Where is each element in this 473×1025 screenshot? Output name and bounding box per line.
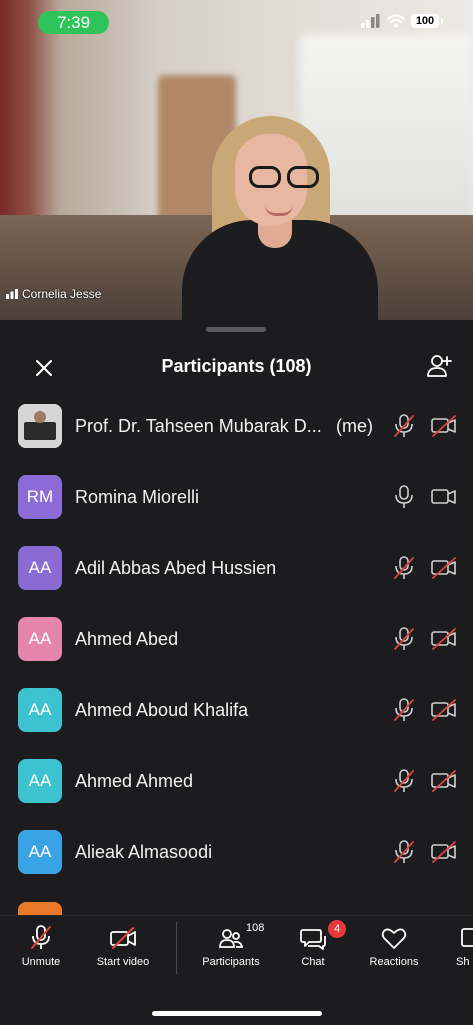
participant-avatar <box>18 404 62 448</box>
start-video-label: Start video <box>96 956 150 968</box>
participant-row[interactable]: AA Ahmed Aboud Khalifa <box>0 676 473 747</box>
video-off-icon <box>430 699 458 721</box>
meeting-toolbar: Unmute Start video Participants 108 Chat… <box>0 915 473 1025</box>
participants-icon <box>219 929 244 948</box>
participant-row[interactable]: AA Adil Abbas Abed Hussien <box>0 534 473 605</box>
participant-name: Prof. Dr. Tahseen Mubarak D... <box>75 416 322 436</box>
unmute-button[interactable]: Unmute <box>16 924 66 984</box>
participant-avatar: RM <box>18 475 62 519</box>
mic-muted-icon <box>392 839 416 865</box>
video-off-icon <box>430 841 458 863</box>
participant-name: Romina Miorelli <box>75 487 200 507</box>
reactions-label: Reactions <box>369 956 419 968</box>
video-off-icon <box>430 770 458 792</box>
battery-cap <box>441 18 443 24</box>
video-icon <box>430 486 458 508</box>
mic-muted-icon <box>31 925 51 949</box>
toolbar-divider <box>176 922 177 974</box>
mic-muted-icon <box>392 413 416 439</box>
share-button[interactable]: Sh <box>456 924 473 984</box>
participant-avatar: AA <box>18 830 62 874</box>
participant-name: Alieak Almasoodi <box>75 842 213 862</box>
panel-header: Participants (108) <box>0 342 473 392</box>
participant-row[interactable]: Prof. Dr. Tahseen Mubarak D... (me) <box>0 392 473 463</box>
speaker-name: Cornelia Jesse <box>22 287 102 301</box>
sheet-grabber[interactable] <box>206 327 266 332</box>
mic-muted-icon <box>392 555 416 581</box>
audio-level-icon <box>6 289 18 299</box>
home-indicator[interactable] <box>152 1011 322 1016</box>
wifi-icon <box>387 14 405 28</box>
cellular-signal-icon <box>361 14 380 28</box>
system-icons: 100 <box>361 14 443 28</box>
speaker-figure <box>180 110 380 320</box>
heart-icon <box>381 928 407 949</box>
status-bar: 7:39 100 <box>0 0 473 40</box>
video-off-icon <box>430 557 458 579</box>
participant-row[interactable]: RM Romina Miorelli <box>0 463 473 534</box>
participant-avatar: AA <box>18 546 62 590</box>
panel-title: Participants (108) <box>161 356 312 376</box>
speaker-glasses <box>249 166 327 190</box>
add-participant-icon[interactable] <box>425 352 453 380</box>
speaker-name-tag: Cornelia Jesse <box>6 287 101 301</box>
share-screen-icon <box>461 928 473 947</box>
participant-row[interactable]: AA Ahmed Ahmed <box>0 747 473 818</box>
mic-muted-icon <box>392 768 416 794</box>
start-video-button[interactable]: Start video <box>88 924 158 984</box>
participant-avatar: AA <box>18 688 62 732</box>
mic-muted-icon <box>392 697 416 723</box>
battery-icon: 100 <box>411 14 439 28</box>
video-off-icon <box>430 628 458 650</box>
share-label: Sh <box>456 956 470 968</box>
chat-button[interactable]: Chat <box>293 924 333 984</box>
mic-muted-icon <box>392 626 416 652</box>
participant-avatar: AA <box>18 759 62 803</box>
video-off-icon <box>110 927 136 949</box>
unmute-label: Unmute <box>21 956 61 968</box>
reactions-button[interactable]: Reactions <box>364 924 424 984</box>
status-time: 7:39 <box>38 11 109 34</box>
participant-row[interactable]: AA Alieak Almasoodi <box>0 818 473 889</box>
video-off-icon <box>430 415 458 437</box>
active-speaker-video[interactable] <box>0 0 473 320</box>
chat-label: Chat <box>301 956 325 968</box>
participant-name: Ahmed Aboud Khalifa <box>75 700 249 720</box>
chat-icon <box>300 929 326 950</box>
participant-name: Ahmed Abed <box>75 629 179 649</box>
participant-name: Adil Abbas Abed Hussien <box>75 558 277 578</box>
mic-icon <box>392 484 416 510</box>
avatar-partial <box>18 902 62 915</box>
self-indicator: (me) <box>336 416 373 436</box>
chat-unread-badge: 4 <box>328 920 346 938</box>
participants-panel: Participants (108) Prof. Dr. Tahseen Mub… <box>0 320 473 915</box>
participant-row[interactable]: AA Ahmed Abed <box>0 605 473 676</box>
participant-avatar: AA <box>18 617 62 661</box>
participants-count: 108 <box>246 922 265 934</box>
participants-label: Participants <box>202 956 260 968</box>
participant-name: Ahmed Ahmed <box>75 771 194 791</box>
